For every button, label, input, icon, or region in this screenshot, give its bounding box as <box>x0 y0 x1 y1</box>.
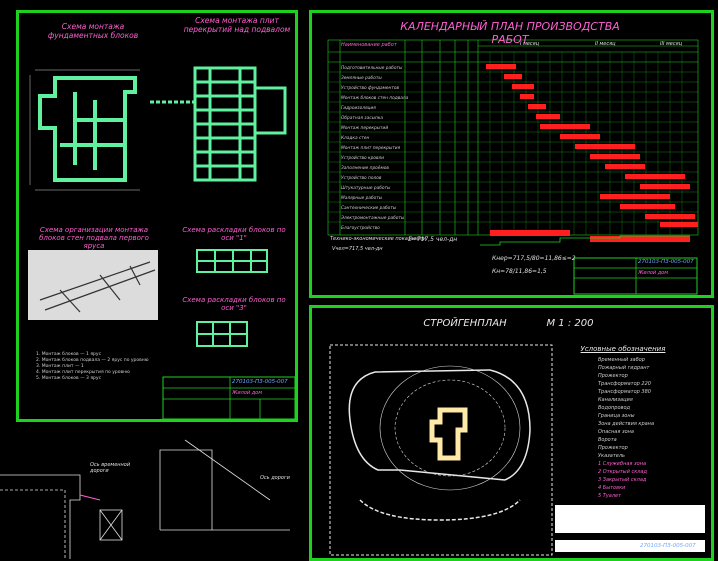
legend-item: Прожектор <box>598 445 628 451</box>
stamp-sheet1-desc: Жилой дом <box>232 390 263 396</box>
legend-title: Условные обозначения <box>580 345 666 353</box>
title-layout-3: Схема раскладки блоков по оси "3" <box>182 296 286 312</box>
legend-item: 3 Закрытый склад <box>598 477 647 483</box>
task-row: Устройство кровли <box>341 156 385 161</box>
legend-item: Водопровод <box>598 405 630 411</box>
title-foundation: Схема монтажа фундаментных блоков <box>47 22 139 40</box>
legend-item: Ворота <box>598 437 617 443</box>
task-row: Монтаж блоков стен подвала <box>341 96 409 101</box>
task-row: Устройство полов <box>341 176 382 181</box>
legend-item: 5 Туалет <box>598 493 622 499</box>
legend-item: 4 Бытовки <box>598 485 626 491</box>
task-row: Монтаж плит перекрытия <box>341 146 401 151</box>
task-row: Сантехнические работы <box>341 206 397 211</box>
task-row: Штукатурные работы <box>341 186 391 191</box>
legend-item: Зона действия крана <box>598 421 655 427</box>
legend-list: Временный забор Пожарный гидрант Прожект… <box>598 356 654 500</box>
summary-3: Кнер=717,5/80=11,86≤=2 <box>492 255 576 262</box>
site-plan-title: СТРОЙГЕНПЛАН <box>423 318 507 329</box>
summary-2: Σ=717,5 чел-дн <box>408 236 458 243</box>
block-layout-1 <box>196 249 268 273</box>
title-layout-1: Схема раскладки блоков по оси "1" <box>182 226 286 242</box>
task-row: Электромонтажные работы <box>341 216 405 221</box>
legend-item: 2 Открытый склад <box>598 469 647 475</box>
stamp-sheet2-desc: Жилой дом <box>638 270 669 276</box>
note-item: 3. Монтаж плит — 1 <box>36 364 84 369</box>
task-row: Гидроизоляция <box>341 106 376 111</box>
legend-item: Трансформатор 220 <box>598 381 651 387</box>
task-row: Подготовительные работы <box>341 66 403 71</box>
stamp-sheet3: 270103-ПЗ-005-007 <box>640 543 696 549</box>
task-row: Малярные работы <box>341 196 383 201</box>
legend-item: Опасная зона <box>598 429 634 435</box>
section-drawing <box>0 439 290 559</box>
legend-item: Временный забор <box>598 357 645 363</box>
road-axis-label: Ось временной дороги <box>90 462 131 474</box>
legend-item: Трансформатор 380 <box>598 389 651 395</box>
stamp-sheet1: 270103-ПЗ-005-007 <box>232 379 288 385</box>
task-row: Земляные работы <box>341 76 382 81</box>
legend-item: Граница зоны <box>598 413 635 419</box>
note-item: 1. Монтаж блоков — 1 ярус <box>36 352 102 357</box>
legend-item: Пожарный гидрант <box>598 365 650 371</box>
slab-plan <box>193 66 287 182</box>
summary-4: Кн=78/11,86=1,5 <box>492 268 547 275</box>
table-header: Наименование работ <box>341 42 397 48</box>
summary-1: Vчел=717,5 чел-дн <box>332 246 383 252</box>
task-row: Обратная засыпка <box>341 116 383 121</box>
month-2: II месяц <box>595 41 616 47</box>
month-3: III месяц <box>660 41 683 47</box>
site-plan-scale: М 1 : 200 <box>546 318 594 329</box>
block-layout-3 <box>196 321 248 347</box>
month-1: I месяц <box>520 41 540 47</box>
road-axis-label-2: Ось дороги <box>260 475 290 481</box>
stamp-sheet2: 270103-ПЗ-005-007 <box>638 259 694 265</box>
task-row: Заполнение проёмов <box>341 166 389 171</box>
title-slabs: Схема монтажа плит перекрытий над подвал… <box>183 16 291 34</box>
task-row: Кладка стен <box>341 136 370 141</box>
task-row: Благоустройство <box>341 226 380 231</box>
legend-item: Указатель <box>598 453 625 459</box>
note-item: 2. Монтаж блоков подвала — 2 ярус по уро… <box>36 358 149 363</box>
task-row: Монтаж перекрытий <box>341 126 389 131</box>
legend-item: Прожектор <box>598 373 628 379</box>
note-item: 5. Монтаж блоков — 3 ярус <box>36 376 102 381</box>
task-row: Устройство фундаментов <box>341 86 400 91</box>
title-wall-mounting: Схема организации монтажа блоков стен по… <box>39 226 149 250</box>
legend-item: Канализация <box>598 397 633 403</box>
legend-item: 1 Служебная зона <box>598 461 647 467</box>
schedule-task-list: Подготовительные работы Земляные работы … <box>341 64 408 234</box>
note-item: 4. Монтаж плит перекрытия по уровню <box>36 370 130 375</box>
foundation-plan <box>38 76 137 182</box>
